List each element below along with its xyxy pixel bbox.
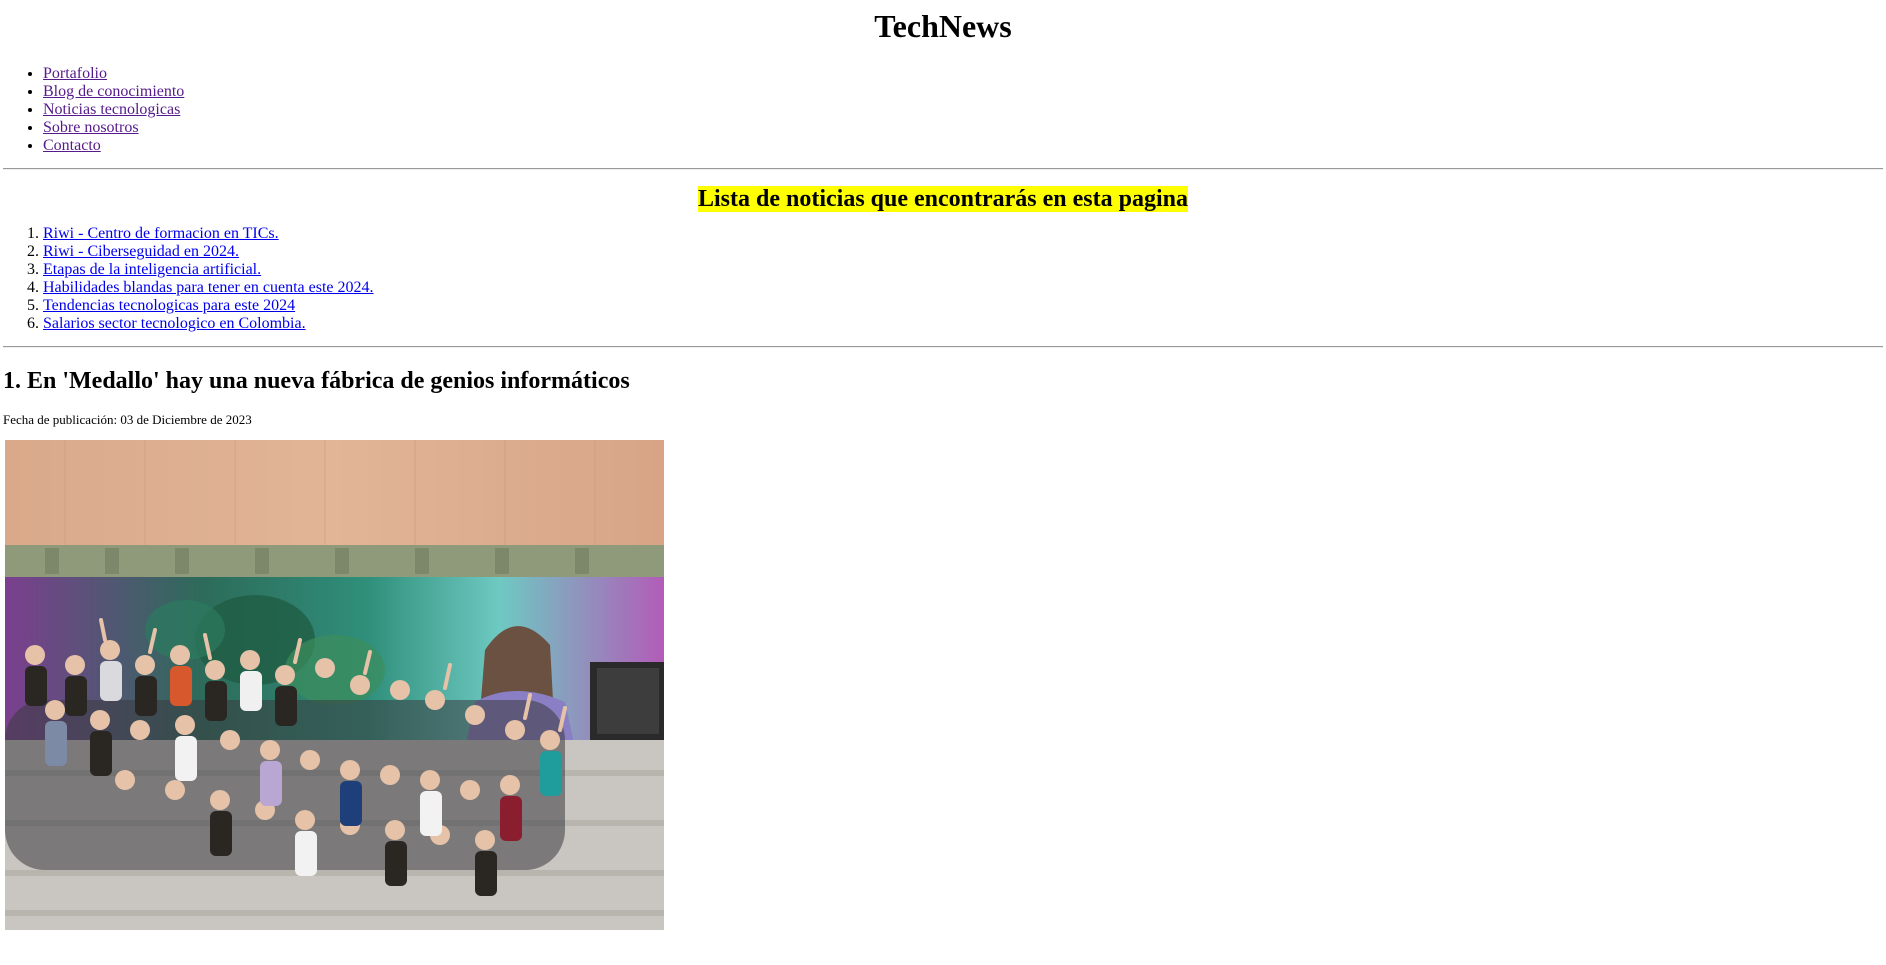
site-title: TechNews — [874, 8, 1012, 44]
news-link-6[interactable]: Salarios sector tecnologico en Colombia. — [43, 315, 306, 332]
publication-date: Fecha de publicación: 03 de Diciembre de… — [3, 412, 252, 427]
nav-item-blog: Blog de conocimiento — [43, 83, 1883, 101]
article-photo — [5, 440, 664, 930]
group-photo-image — [5, 440, 664, 930]
article-title: 1. En 'Medallo' hay una nueva fábrica de… — [3, 368, 630, 394]
news-list-heading-wrap: Lista de noticias que encontrarás en est… — [3, 185, 1883, 213]
nav-link-sobre-nosotros[interactable]: Sobre nosotros — [43, 119, 139, 136]
main-nav: Portafolio Blog de conocimiento Noticias… — [3, 65, 1883, 155]
nav-item-sobre-nosotros: Sobre nosotros — [43, 119, 1883, 137]
nav-link-contacto[interactable]: Contacto — [43, 137, 101, 154]
nav-item-noticias: Noticias tecnologicas — [43, 101, 1883, 119]
news-list-item: Salarios sector tecnologico en Colombia. — [43, 315, 1883, 333]
news-link-2[interactable]: Riwi - Ciberseguidad en 2024. — [43, 243, 239, 260]
nav-link-noticias[interactable]: Noticias tecnologicas — [43, 101, 180, 118]
nav-link-blog[interactable]: Blog de conocimiento — [43, 83, 184, 100]
news-list-item: Etapas de la inteligencia artificial. — [43, 261, 1883, 279]
nav-link-portafolio[interactable]: Portafolio — [43, 65, 107, 82]
nav-item-portafolio: Portafolio — [43, 65, 1883, 83]
news-list-item: Riwi - Ciberseguidad en 2024. — [43, 243, 1883, 261]
news-list: Riwi - Centro de formacion en TICs. Riwi… — [3, 225, 1883, 333]
news-list-item: Tendencias tecnologicas para este 2024 — [43, 297, 1883, 315]
news-list-item: Riwi - Centro de formacion en TICs. — [43, 225, 1883, 243]
news-list-heading: Lista de noticias que encontrarás en est… — [697, 186, 1188, 212]
news-list-item: Habilidades blandas para tener en cuenta… — [43, 279, 1883, 297]
news-link-4[interactable]: Habilidades blandas para tener en cuenta… — [43, 279, 374, 296]
news-link-5[interactable]: Tendencias tecnologicas para este 2024 — [43, 297, 295, 314]
nav-item-contacto: Contacto — [43, 137, 1883, 155]
news-link-1[interactable]: Riwi - Centro de formacion en TICs. — [43, 225, 279, 242]
divider — [3, 346, 1883, 348]
news-link-3[interactable]: Etapas de la inteligencia artificial. — [43, 261, 261, 278]
divider — [3, 168, 1883, 170]
